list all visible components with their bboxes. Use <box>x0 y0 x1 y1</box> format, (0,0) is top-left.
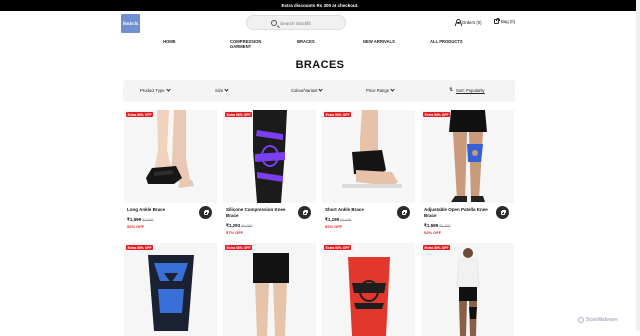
product-name[interactable]: Silicone Compression Knee Brace <box>226 207 296 219</box>
product-price: ₹1,293₹2,999 <box>226 223 252 229</box>
full-body-wrap-image <box>421 243 514 336</box>
filter-size[interactable]: Size <box>215 87 229 93</box>
discount-badge: Extra 50% OFF <box>423 245 451 251</box>
discount-percent: 57% OFF <box>226 230 244 235</box>
discount-badge: Extra 50% OFF <box>423 112 451 118</box>
filter-size-label: Size <box>215 88 224 93</box>
bag-label: Bag (0) <box>501 19 516 24</box>
shopping-bag-icon <box>494 18 500 24</box>
product-image[interactable] <box>124 243 217 336</box>
announcement-text: Extra discounts Rs 300 at checkout. <box>281 3 359 8</box>
shopping-bag-icon <box>401 209 407 215</box>
nav-item-all-products[interactable]: ALL PRODUCTS <box>430 39 463 44</box>
knee-sleeve-blue-image <box>124 243 217 336</box>
product-price: ₹1,599₹3,399 <box>127 217 153 223</box>
knee-brace-image <box>223 110 316 203</box>
orders-link[interactable]: Orders (0) <box>455 19 482 26</box>
product-name[interactable]: Short Ankle Brace <box>325 207 395 213</box>
filter-bar: Product Type Size Colour/Variant Price R… <box>123 80 515 102</box>
orders-label: Orders (0) <box>462 19 482 25</box>
search-icon <box>271 20 277 26</box>
filter-colour[interactable]: Colour/Variant <box>291 87 324 93</box>
discount-badge: Extra 50% OFF <box>126 112 154 118</box>
mrp-value: ₹2,999 <box>241 224 253 228</box>
knee-sleeve-red-image <box>322 243 415 336</box>
discount-badge: Extra 50% OFF <box>225 245 253 251</box>
thigh-compression-image <box>223 243 316 336</box>
bag-link[interactable]: Bag (0) <box>494 18 516 24</box>
mrp-value: ₹2,499 <box>340 218 352 222</box>
product-image[interactable] <box>322 110 415 203</box>
mrp-value: ₹3,399 <box>439 224 451 228</box>
product-image[interactable] <box>322 243 415 336</box>
announcement-bar: Extra discounts Rs 300 at checkout. <box>0 0 640 11</box>
page-title: BRACES <box>295 59 345 71</box>
chevron-down-icon <box>390 87 395 92</box>
discount-badge: Extra 50% OFF <box>324 245 352 251</box>
chevron-down-icon <box>318 87 324 92</box>
shield-icon <box>578 317 584 323</box>
product-image[interactable] <box>223 243 316 336</box>
brand-logo[interactable]: Snick <box>121 14 140 33</box>
user-icon <box>455 19 462 26</box>
price-value: ₹1,199 <box>325 217 340 222</box>
product-price: ₹1,599₹3,399 <box>424 223 450 229</box>
discount-badge: Extra 50% OFF <box>126 245 154 251</box>
chevron-down-icon <box>224 87 229 92</box>
product-image[interactable] <box>421 243 514 336</box>
nav-item-braces[interactable]: BRACES <box>297 39 315 44</box>
discount-badge: Extra 50% OFF <box>225 112 253 118</box>
mrp-value: ₹3,399 <box>142 218 154 222</box>
filter-price[interactable]: Price Range <box>366 87 395 93</box>
watermark-text: ScanMalware <box>586 317 618 323</box>
nav-item-compression-garment[interactable]: COMPRESSION GARMENT <box>230 39 261 49</box>
filter-product-type[interactable]: Product Type <box>140 87 171 93</box>
add-to-bag-button[interactable] <box>199 206 212 219</box>
product-price: ₹1,199₹2,499 <box>325 217 351 223</box>
discount-badge: Extra 50% OFF <box>324 112 352 118</box>
shopping-bag-icon <box>302 209 308 215</box>
search-bar[interactable] <box>246 15 346 30</box>
sort-dropdown[interactable]: Sort: Popularity <box>449 87 485 93</box>
product-image[interactable] <box>223 110 316 203</box>
logo-text: Snick <box>122 20 139 27</box>
price-value: ₹1,599 <box>424 223 439 228</box>
site-header: Snick Orders (0) Bag (0) <box>0 11 640 35</box>
main-nav: HOME COMPRESSION GARMENT BRACES NEW ARRI… <box>0 36 640 50</box>
product-image[interactable] <box>421 110 514 203</box>
page-scrollbar[interactable] <box>636 0 640 331</box>
filter-colour-label: Colour/Variant <box>291 88 318 93</box>
add-to-bag-button[interactable] <box>496 206 509 219</box>
product-name[interactable]: Adjustable Open Patella Knee Brace <box>424 207 494 219</box>
sort-label: Sort: Popularity <box>456 88 485 93</box>
chevron-down-icon <box>165 87 171 92</box>
search-input[interactable] <box>280 19 340 28</box>
filter-product-type-label: Product Type <box>140 88 165 93</box>
ankle-brace-image <box>124 110 217 203</box>
sort-icon <box>449 87 454 93</box>
discount-percent: 52% OFF <box>424 230 442 235</box>
nav-item-new-arrivals[interactable]: NEW ARRIVALS <box>363 39 395 44</box>
nav-item-home[interactable]: HOME <box>163 39 176 44</box>
price-value: ₹1,293 <box>226 223 241 228</box>
short-ankle-brace-image <box>322 110 415 203</box>
product-name[interactable]: Long Ankle Brace <box>127 207 197 213</box>
filter-price-label: Price Range <box>366 88 390 93</box>
price-value: ₹1,599 <box>127 217 142 222</box>
product-image[interactable] <box>124 110 217 203</box>
shopping-bag-icon <box>203 209 209 215</box>
open-patella-knee-brace-image <box>421 110 514 203</box>
shopping-bag-icon <box>500 209 506 215</box>
add-to-bag-button[interactable] <box>397 206 410 219</box>
discount-percent: 52% OFF <box>325 224 343 229</box>
add-to-bag-button[interactable] <box>298 206 311 219</box>
discount-percent: 52% OFF <box>127 224 145 229</box>
watermark: ScanMalware <box>578 317 618 323</box>
